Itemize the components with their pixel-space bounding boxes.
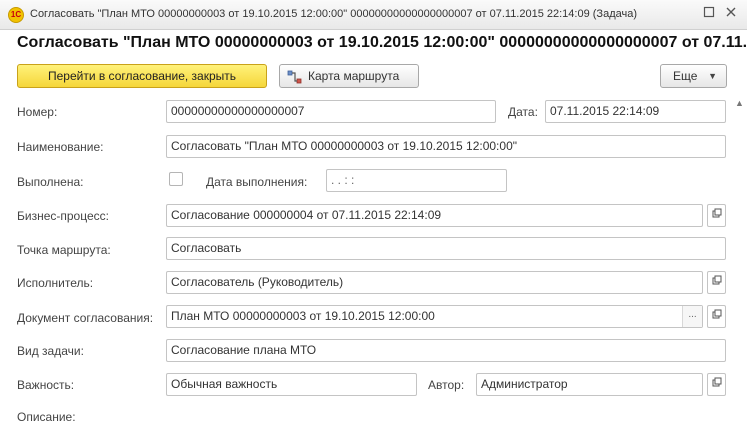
completed-checkbox[interactable] [169, 172, 183, 186]
open-approval-document-button[interactable] [707, 305, 726, 328]
open-icon [712, 275, 721, 285]
task-type-field[interactable]: Согласование плана МТО [166, 339, 726, 362]
executor-field[interactable]: Согласователь (Руководитель) [166, 271, 703, 294]
completion-date-field[interactable]: . . : : [326, 169, 507, 192]
name-field[interactable]: Согласовать "План МТО 00000000003 от 19.… [166, 135, 726, 158]
approval-document-value: План МТО 00000000003 от 19.10.2015 12:00… [171, 309, 435, 323]
select-document-button[interactable]: ... [682, 306, 702, 327]
route-map-label: Карта маршрута [308, 69, 400, 83]
author-field[interactable]: Администратор [476, 373, 703, 396]
open-author-button[interactable] [707, 373, 726, 396]
author-label: Автор: [428, 378, 465, 392]
maximize-icon[interactable] [701, 6, 717, 22]
executor-label: Исполнитель: [17, 276, 94, 290]
route-point-label: Точка маршрута: [17, 243, 111, 257]
number-field[interactable]: 00000000000000000007 [166, 100, 496, 123]
close-icon[interactable] [723, 6, 739, 22]
route-map-icon [287, 69, 303, 84]
open-icon [712, 377, 721, 387]
scroll-up-icon[interactable]: ▲ [735, 98, 744, 108]
window-titlebar: 1C Согласовать "План МТО 00000000003 от … [0, 0, 747, 30]
chevron-down-icon: ▼ [708, 71, 717, 81]
business-process-label: Бизнес-процесс: [17, 209, 109, 223]
window-title: Согласовать "План МТО 00000000003 от 19.… [30, 8, 637, 20]
approval-document-field[interactable]: План МТО 00000000003 от 19.10.2015 12:00… [166, 305, 703, 328]
business-process-field[interactable]: Согласование 000000004 от 07.11.2015 22:… [166, 204, 703, 227]
vertical-scrollbar[interactable]: ▲ [733, 92, 747, 432]
task-type-label: Вид задачи: [17, 344, 84, 358]
importance-label: Важность: [17, 378, 75, 392]
open-business-process-button[interactable] [707, 204, 726, 227]
open-icon [712, 309, 721, 319]
description-label: Описание: [17, 410, 76, 424]
date-label: Дата: [508, 105, 538, 119]
date-field[interactable]: 07.11.2015 22:14:09 [545, 100, 726, 123]
more-label: Еще [673, 69, 698, 83]
more-menu-button[interactable]: Еще ▼ [660, 64, 727, 88]
importance-field[interactable]: Обычная важность [166, 373, 417, 396]
completion-date-label: Дата выполнения: [206, 175, 308, 189]
app-logo-icon: 1C [8, 7, 24, 23]
route-map-button[interactable]: Карта маршрута [279, 64, 419, 88]
go-to-approval-close-button[interactable]: Перейти в согласование, закрыть [17, 64, 267, 88]
approval-document-label: Документ согласования: [17, 311, 154, 325]
open-executor-button[interactable] [707, 271, 726, 294]
route-point-field[interactable]: Согласовать [166, 237, 726, 260]
name-label: Наименование: [17, 140, 104, 154]
completed-label: Выполнена: [17, 175, 84, 189]
number-label: Номер: [17, 105, 58, 119]
open-icon [712, 208, 721, 218]
page-title: Согласовать "План МТО 00000000003 от 19.… [17, 34, 747, 51]
